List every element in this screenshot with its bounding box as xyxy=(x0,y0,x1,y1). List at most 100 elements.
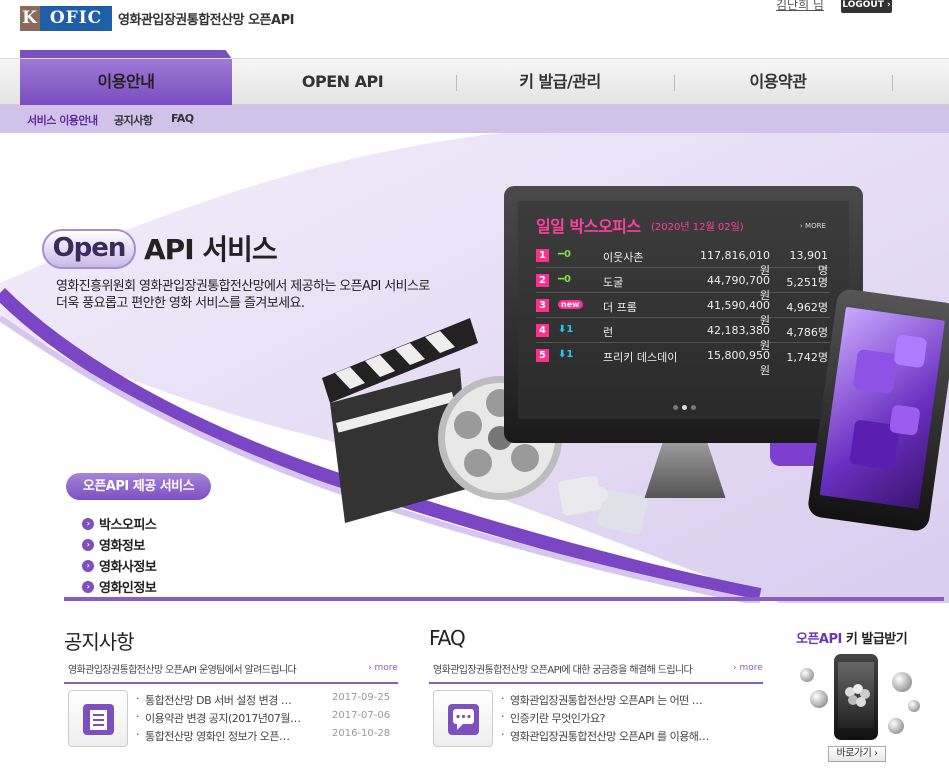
decor-orb xyxy=(810,690,828,708)
carousel-dot[interactable] xyxy=(673,405,678,410)
site-title: 영화관입장권통합전산망 오픈API xyxy=(118,13,294,28)
notice-item[interactable]: · 이용약관 변경 공지(2017년07월… 2017-07-06 xyxy=(136,710,406,728)
sales-amount: 15,800,950원 xyxy=(707,349,770,377)
service-boxoffice-link[interactable]: › 박스오피스 xyxy=(82,513,157,534)
open-badge: Open xyxy=(42,229,136,269)
faq-item[interactable]: · 영화관입장권통합전산망 오픈API 를 이용해… xyxy=(501,728,771,746)
hero-banner: Open API 서비스 영화진흥위원회 영화관입장권통합전산망에서 제공하는 … xyxy=(0,133,949,603)
movie-title: 런 xyxy=(603,326,614,339)
key-issuance-box: 오픈API 키 발급받기 바로가기 › xyxy=(796,628,936,768)
rank-change: ⬇1 xyxy=(558,324,574,335)
hero-description-line: 더욱 풍요롭고 편안한 영화 서비스를 즐겨보세요. xyxy=(56,296,305,311)
chevron-right-icon: › xyxy=(82,559,94,572)
sub-navigation: 서비스 이용안내 공지사항 FAQ xyxy=(0,105,949,133)
gnb-terms[interactable]: 이용약관 xyxy=(678,59,878,105)
faq-item-title: 영화관입장권통합전산망 오픈API 를 이용해… xyxy=(510,730,709,743)
user-name-link[interactable]: 김난희 님 xyxy=(776,0,824,13)
rank-badge: 3 xyxy=(536,299,549,312)
decor-orb xyxy=(908,700,920,712)
go-key-issuance-button[interactable]: 바로가기 › xyxy=(828,746,886,762)
notice-section: 공지사항 영화관입장권통합전산망 오픈API 운영팀에서 알려드립니다 › mo… xyxy=(64,626,404,747)
chevron-right-icon: › xyxy=(82,538,94,551)
logo-mark: K OFIC xyxy=(20,6,112,31)
boxoffice-title: 일일 박스오피스 xyxy=(536,217,641,236)
faq-item[interactable]: · 영화관입장권통합전산망 오픈API 는 어떤 … xyxy=(501,692,771,710)
section-divider xyxy=(64,597,944,601)
notice-item-title: 통합전산망 DB 서버 설정 변경 … xyxy=(145,694,292,707)
sphere-cluster-icon xyxy=(845,684,870,707)
movie-title: 도굴 xyxy=(603,276,624,289)
kofic-logo[interactable]: K OFIC 영화관입장권통합전산망 오픈API xyxy=(20,6,294,31)
gnb-key-management[interactable]: 키 발급/관리 xyxy=(460,59,660,105)
main-navigation: 이용안내 OPEN API 키 발급/관리 이용약관 xyxy=(0,58,949,105)
service-company-info-link[interactable]: › 영화사정보 xyxy=(82,555,157,576)
audience-count: 5,251명 xyxy=(786,276,828,289)
notice-item[interactable]: · 통합전산망 DB 서버 설정 변경 … 2017-09-25 xyxy=(136,692,406,710)
notice-item[interactable]: · 통합전산망 영화인 정보가 오픈… 2016-10-28 xyxy=(136,728,406,746)
faq-list: · 영화관입장권통합전산망 오픈API 는 어떤 … · 인증키란 무엇인가요? ·… xyxy=(501,692,771,746)
logout-button[interactable]: LOGOUT › xyxy=(841,0,892,13)
play-cube-icon xyxy=(852,348,898,395)
subnav-service-guide[interactable]: 서비스 이용안내 xyxy=(27,112,98,128)
movie-title: 이웃사촌 xyxy=(603,251,644,264)
gnb-separator xyxy=(674,75,675,91)
notice-item-title: 통합전산망 영화인 정보가 오픈… xyxy=(145,730,290,743)
hero-title: API 서비스 xyxy=(144,233,278,266)
gnb-usage-guide[interactable]: 이용안내 xyxy=(20,59,232,105)
cube-icon xyxy=(893,334,928,369)
boxoffice-row[interactable]: 3 new 더 프롬 41,590,400원 4,962명 xyxy=(536,293,830,327)
chevron-right-icon: › xyxy=(82,580,94,593)
mini-phone-screen xyxy=(838,662,874,728)
faq-title: FAQ xyxy=(429,626,466,650)
key-issuance-title: 오픈API 키 발급받기 xyxy=(796,632,908,647)
notice-item-date: 2016-10-28 xyxy=(332,728,391,739)
rank-change: ⬇1 xyxy=(558,349,574,360)
monitor-boxoffice-widget: 일일 박스오피스 (2020년 12월 02일) › MORE 1 ━0 이웃사… xyxy=(504,186,863,443)
notice-underline xyxy=(64,682,398,684)
services-title-badge: 오픈API 제공 서비스 xyxy=(66,473,211,500)
document-icon xyxy=(83,704,114,735)
subnav-faq[interactable]: FAQ xyxy=(171,112,194,125)
new-badge: new xyxy=(558,300,583,309)
notice-item-date: 2017-09-25 xyxy=(332,692,391,703)
subnav-notice[interactable]: 공지사항 xyxy=(114,112,153,128)
audience-count: 1,742명 xyxy=(786,351,828,364)
notice-icon xyxy=(68,690,128,747)
boxoffice-screen: 일일 박스오피스 (2020년 12월 02일) › MORE 1 ━0 이웃사… xyxy=(518,201,849,419)
boxoffice-row[interactable]: 4 ⬇1 런 42,183,380원 4,786명 xyxy=(536,318,830,352)
gnb-separator xyxy=(892,75,893,91)
rank-change: ━0 xyxy=(558,249,571,260)
service-people-info-link[interactable]: › 영화인정보 xyxy=(82,576,157,597)
faq-icon xyxy=(433,690,493,747)
boxoffice-row[interactable]: 2 ━0 도굴 44,790,700원 5,251명 xyxy=(536,268,830,302)
notice-more-link[interactable]: › more xyxy=(368,663,398,673)
logo-k: K xyxy=(20,6,40,31)
movie-title: 프리키 데스데이 xyxy=(603,351,678,364)
boxoffice-more-link[interactable]: › MORE xyxy=(800,222,826,230)
header: K OFIC 영화관입장권통합전산망 오픈API 김난희 님 LOGOUT › xyxy=(0,0,949,58)
decor-orb xyxy=(800,668,814,682)
carousel-dot[interactable] xyxy=(691,405,696,410)
notice-title: 공지사항 xyxy=(64,630,135,654)
gnb-separator xyxy=(456,75,457,91)
rank-badge: 4 xyxy=(536,324,549,337)
rank-badge: 1 xyxy=(536,249,549,262)
audience-count: 4,962명 xyxy=(786,301,828,314)
faq-item[interactable]: · 인증키란 무엇인가요? xyxy=(501,710,771,728)
carousel-dot-active[interactable] xyxy=(682,405,687,410)
boxoffice-row[interactable]: 5 ⬇1 프리키 데스데이 15,800,950원 1,742명 xyxy=(536,343,830,377)
notice-item-title: 이용약관 변경 공지(2017년07월… xyxy=(145,712,301,725)
gnb-open-api[interactable]: OPEN API xyxy=(240,59,445,105)
rank-badge: 2 xyxy=(536,274,549,287)
service-movie-info-link[interactable]: › 영화정보 xyxy=(82,534,156,555)
faq-subtitle: 영화관입장권통합전산망 오픈API에 대한 궁금증을 해결해 드립니다 xyxy=(433,665,693,676)
phone-screen xyxy=(819,306,946,509)
faq-more-link[interactable]: › more xyxy=(733,663,763,673)
decor-orb xyxy=(892,672,912,692)
boxoffice-row[interactable]: 1 ━0 이웃사촌 117,816,010원 13,901명 xyxy=(536,243,830,277)
audience-count: 4,786명 xyxy=(786,326,828,339)
carousel-dots xyxy=(673,405,696,410)
chat-bubble-icon xyxy=(448,704,479,735)
faq-section: FAQ 영화관입장권통합전산망 오픈API에 대한 궁금증을 해결해 드립니다 … xyxy=(429,626,769,747)
chevron-right-icon: › xyxy=(82,517,94,530)
